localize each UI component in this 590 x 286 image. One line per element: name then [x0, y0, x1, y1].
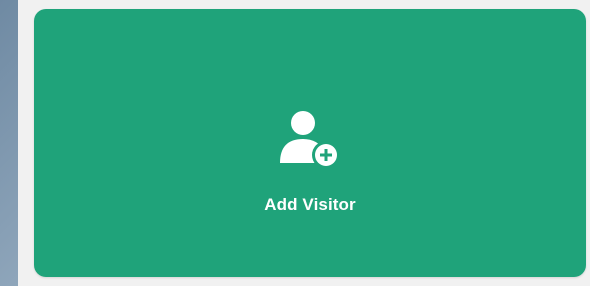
add-visitor-button[interactable]: Add Visitor	[34, 9, 586, 277]
add-visitor-label: Add Visitor	[264, 195, 356, 214]
user-plus-icon	[280, 111, 340, 169]
